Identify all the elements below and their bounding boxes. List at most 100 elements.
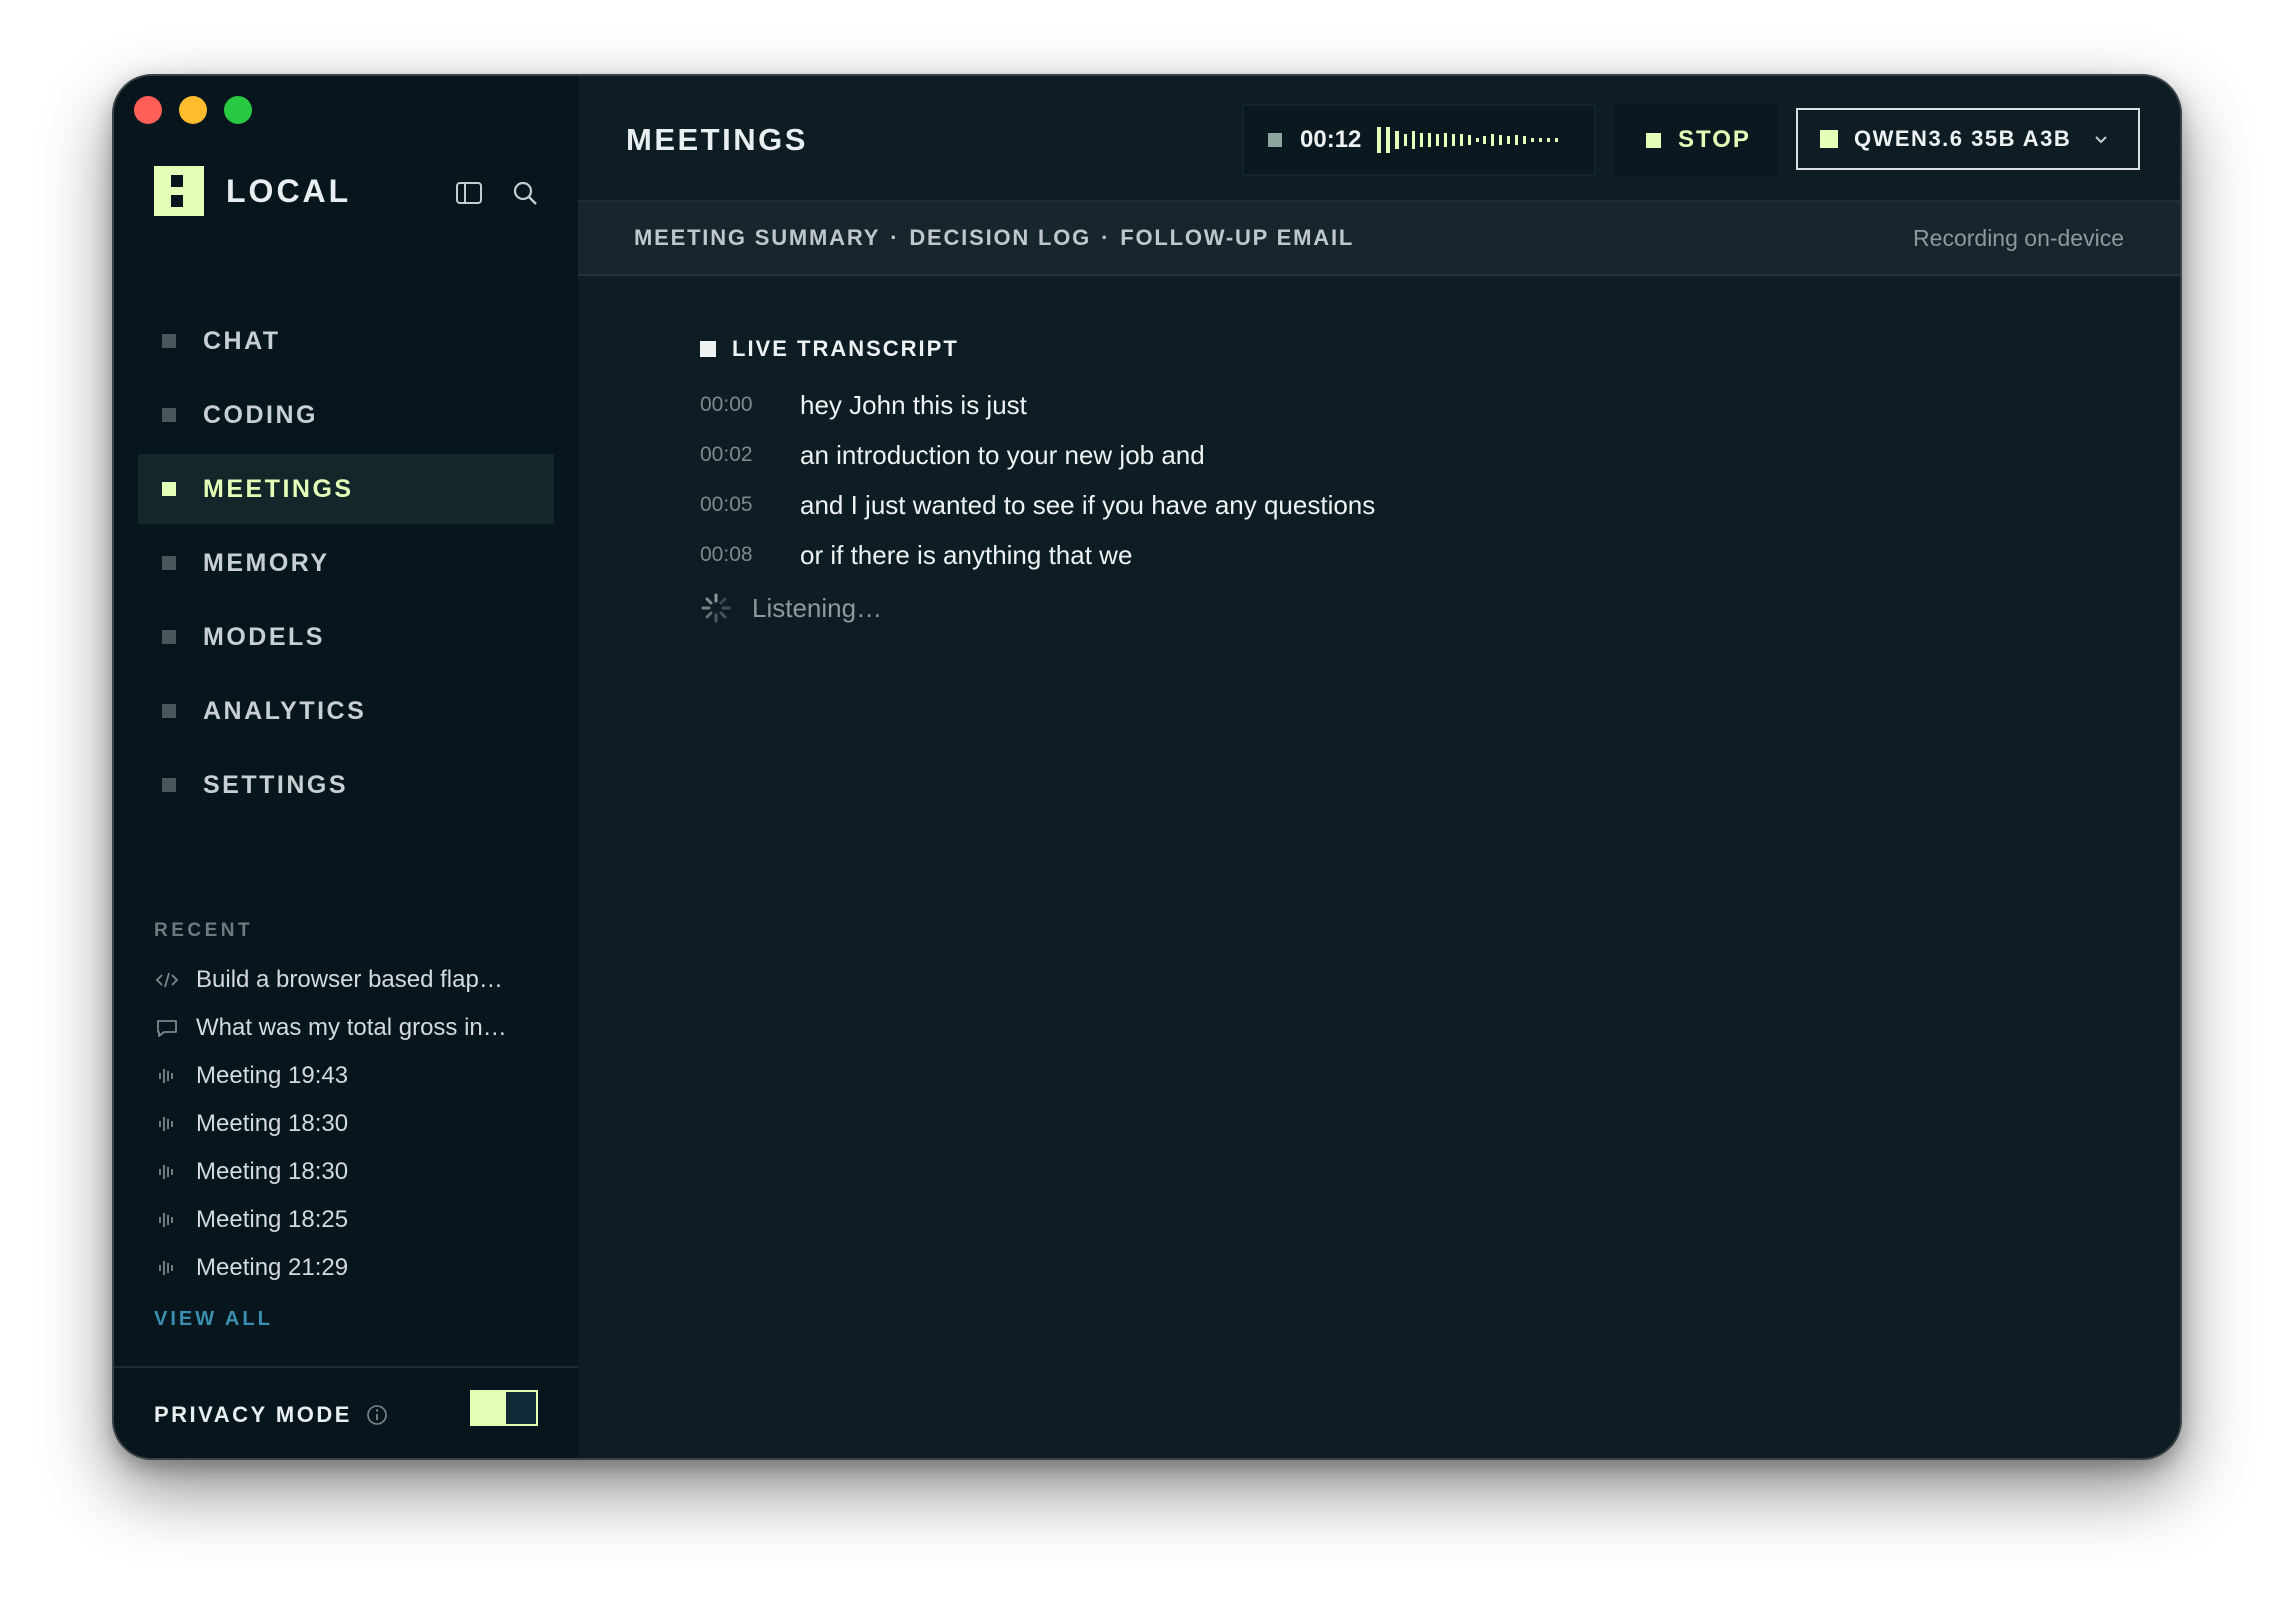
- meeting-actions: MEETING SUMMARY · DECISION LOG · FOLLOW-UP E…: [634, 225, 1354, 251]
- model-selector[interactable]: QWEN3.6 35B A3B: [1796, 108, 2140, 170]
- recent-item-label: Meeting 18:30: [196, 1158, 349, 1185]
- waveform-icon: [154, 1255, 180, 1281]
- live-transcript: LIVE TRANSCRIPT 00:00 hey John this is j…: [700, 336, 1375, 624]
- stop-button[interactable]: STOP: [1614, 104, 1778, 176]
- recording-status: Recording on-device: [1913, 224, 2124, 251]
- privacy-mode-label: PRIVACY MODE: [154, 1402, 352, 1427]
- audio-level-meter: [1377, 127, 1559, 153]
- transcript-line: 00:02 an introduction to your new job an…: [700, 430, 1375, 480]
- zoom-window-button[interactable]: [224, 96, 252, 124]
- recent-heading: RECENT: [154, 920, 254, 941]
- close-window-button[interactable]: [134, 96, 162, 124]
- sidebar-item-analytics[interactable]: ANALYTICS: [138, 676, 554, 746]
- heading-square-icon: [700, 341, 716, 357]
- meeting-actions-bar: MEETING SUMMARY · DECISION LOG · FOLLOW-UP E…: [578, 202, 2180, 276]
- meeting-summary-link[interactable]: MEETING SUMMARY: [634, 225, 880, 250]
- transcript-title: LIVE TRANSCRIPT: [732, 336, 959, 361]
- sidebar: LOCAL CHAT CODING MEETINGS MEMORY MODELS…: [114, 76, 578, 1458]
- recent-item-label: Meeting 21:29: [196, 1254, 349, 1281]
- recent-item[interactable]: Meeting 18:25: [154, 1196, 554, 1244]
- decision-log-link[interactable]: DECISION LOG: [909, 225, 1091, 250]
- sidebar-item-chat[interactable]: CHAT: [138, 306, 554, 376]
- recording-timer: 00:12: [1300, 126, 1362, 153]
- recent-item[interactable]: Meeting 18:30: [154, 1100, 554, 1148]
- spinner-icon: [701, 593, 731, 623]
- transcript-text: or if there is anything that we: [800, 539, 1133, 570]
- sidebar-item-label: CHAT: [203, 326, 281, 355]
- transcript-timestamp: 00:05: [700, 493, 753, 516]
- privacy-mode-toggle[interactable]: [470, 1390, 538, 1426]
- toggle-track: [472, 1392, 506, 1424]
- app-window: LOCAL CHAT CODING MEETINGS MEMORY MODELS…: [112, 74, 2182, 1460]
- transcript-text: hey John this is just: [800, 389, 1027, 420]
- stop-button-label: STOP: [1678, 126, 1751, 153]
- code-icon: [154, 967, 180, 993]
- waveform-icon: [154, 1111, 180, 1137]
- privacy-mode-row: PRIVACY MODE: [114, 1366, 578, 1458]
- recent-item[interactable]: Build a browser based flap…: [154, 956, 554, 1004]
- nav-square-icon: [162, 630, 176, 644]
- follow-up-email-link[interactable]: FOLLOW-UP EMAIL: [1120, 225, 1354, 250]
- recent-item[interactable]: Meeting 19:43: [154, 1052, 554, 1100]
- brand-name: LOCAL: [226, 172, 352, 209]
- nav-square-icon: [162, 334, 176, 348]
- chevron-down-icon: [2091, 129, 2111, 149]
- separator: ·: [1101, 225, 1111, 250]
- transcript-heading: LIVE TRANSCRIPT: [700, 336, 1375, 362]
- window-controls: [134, 96, 252, 124]
- nav-square-icon: [162, 482, 176, 496]
- app-logo-icon: [154, 166, 204, 216]
- transcript-timestamp: 00:08: [700, 543, 753, 566]
- sidebar-item-memory[interactable]: MEMORY: [138, 528, 554, 598]
- recent-item[interactable]: Meeting 21:29: [154, 1244, 554, 1292]
- brand: LOCAL: [154, 166, 351, 216]
- recent-item-label: Build a browser based flap…: [196, 966, 503, 993]
- model-square-icon: [1820, 130, 1838, 148]
- waveform-icon: [154, 1159, 180, 1185]
- sidebar-item-models[interactable]: MODELS: [138, 602, 554, 672]
- sidebar-tools: [454, 178, 540, 208]
- page-title: MEETINGS: [626, 122, 808, 157]
- search-icon[interactable]: [510, 178, 540, 208]
- sidebar-item-label: CODING: [203, 400, 318, 429]
- waveform-icon: [154, 1063, 180, 1089]
- recent-list: Build a browser based flap… What was my …: [154, 956, 554, 1292]
- nav-square-icon: [162, 408, 176, 422]
- sidebar-item-coding[interactable]: CODING: [138, 380, 554, 450]
- model-selector-label: QWEN3.6 35B A3B: [1854, 126, 2072, 151]
- toggle-knob: [506, 1392, 536, 1424]
- top-bar: MEETINGS 00:12 STOP QWEN3.6 35B A3B: [578, 76, 2180, 202]
- transcript-text: an introduction to your new job and: [800, 439, 1205, 470]
- listening-label: Listening…: [752, 592, 883, 623]
- recent-item-label: Meeting 18:25: [196, 1206, 349, 1233]
- listening-indicator: Listening…: [700, 592, 1375, 624]
- sidebar-item-label: MODELS: [203, 622, 325, 651]
- sidebar-item-label: MEETINGS: [203, 474, 354, 503]
- toggle-sidebar-icon[interactable]: [454, 178, 484, 208]
- view-all-link[interactable]: VIEW ALL: [154, 1308, 273, 1331]
- sidebar-item-label: ANALYTICS: [203, 696, 367, 725]
- recent-item[interactable]: Meeting 18:30: [154, 1148, 554, 1196]
- nav-square-icon: [162, 556, 176, 570]
- transcript-line: 00:05 and I just wanted to see if you ha…: [700, 480, 1375, 530]
- separator: ·: [890, 225, 900, 250]
- info-icon[interactable]: [366, 1404, 388, 1426]
- chat-bubble-icon: [154, 1015, 180, 1041]
- minimize-window-button[interactable]: [179, 96, 207, 124]
- sidebar-item-settings[interactable]: SETTINGS: [138, 750, 554, 820]
- transcript-timestamp: 00:02: [700, 443, 753, 466]
- stop-icon: [1646, 132, 1661, 148]
- transcript-line: 00:08 or if there is anything that we: [700, 530, 1375, 580]
- sidebar-nav: CHAT CODING MEETINGS MEMORY MODELS ANALY…: [138, 306, 554, 824]
- recent-item[interactable]: What was my total gross in…: [154, 1004, 554, 1052]
- main-panel: MEETINGS 00:12 STOP QWEN3.6 35B A3B MEET…: [578, 76, 2180, 1458]
- recent-item-label: Meeting 19:43: [196, 1062, 349, 1089]
- waveform-icon: [154, 1207, 180, 1233]
- transcript-text: and I just wanted to see if you have any…: [800, 489, 1376, 520]
- nav-square-icon: [162, 778, 176, 792]
- sidebar-item-meetings[interactable]: MEETINGS: [138, 454, 554, 524]
- recent-item-label: What was my total gross in…: [196, 1014, 507, 1041]
- recording-dot-icon: [1268, 133, 1282, 147]
- transcript-line: 00:00 hey John this is just: [700, 380, 1375, 430]
- recent-item-label: Meeting 18:30: [196, 1110, 349, 1137]
